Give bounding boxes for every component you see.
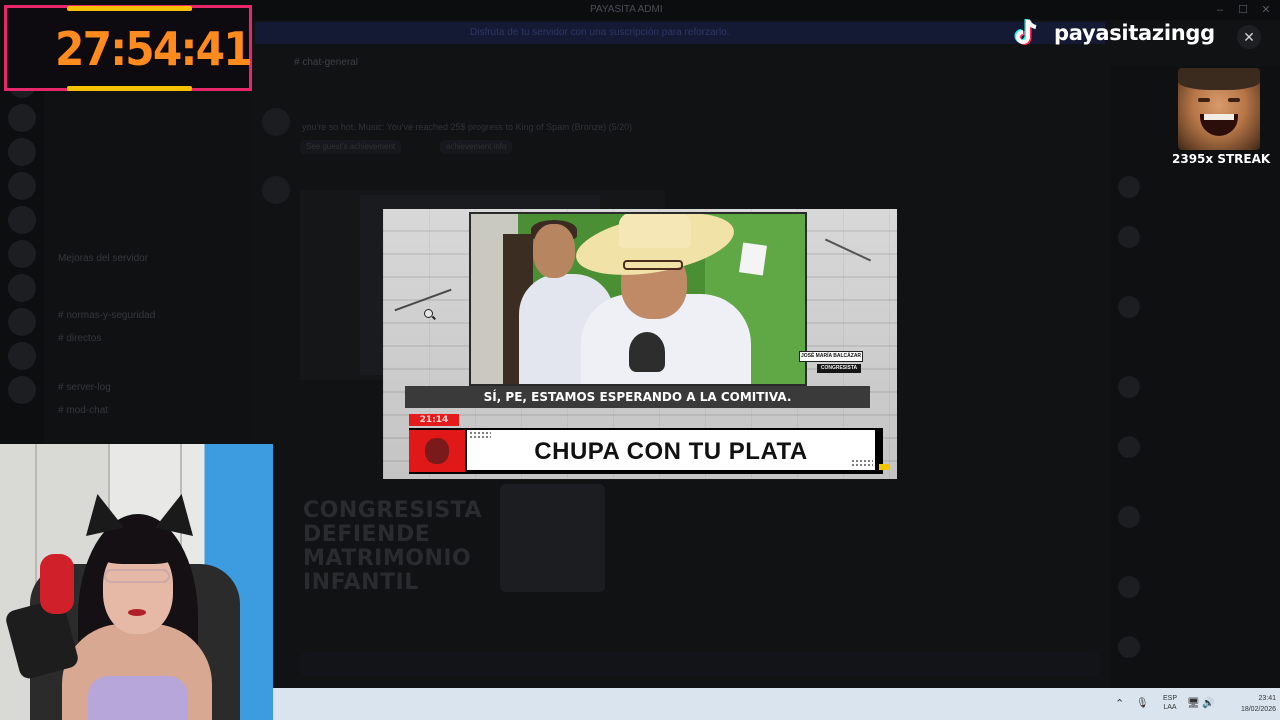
system-clock[interactable]: 23:41 18/02/2026 — [1216, 693, 1276, 715]
channel-header: chat-general — [260, 52, 1110, 74]
thumbnail-headline-line: DEFIENDE — [303, 522, 431, 547]
input-language-line2: LAA — [1163, 704, 1177, 711]
speaker-name-tag: JOSÉ MARÍA BALCÁZAR — [799, 351, 863, 362]
zoom-cursor-icon — [424, 309, 433, 318]
server-icon[interactable] — [8, 274, 36, 302]
microphone-icon[interactable]: 🎙 — [1136, 688, 1149, 720]
tray-chevron-icon[interactable]: ⌃ — [1115, 688, 1124, 720]
input-language[interactable]: ESP LAA — [1158, 694, 1182, 712]
news-video-player[interactable]: JOSÉ MARÍA BALCÁZAR CONGRESISTA SÍ, PE, … — [383, 209, 897, 479]
thumbnail-headline-line: MATRIMONIO — [303, 546, 472, 571]
channel-server-log[interactable]: server-log — [58, 382, 110, 393]
server-icon[interactable] — [8, 104, 36, 132]
avatar — [1118, 576, 1140, 598]
channel-logo-box — [409, 430, 465, 472]
thumbnail-face — [500, 484, 605, 592]
streamer-top — [88, 676, 188, 720]
channel-directos[interactable]: directos — [58, 333, 101, 344]
avatar — [1118, 376, 1140, 398]
channel-header-name: chat-general — [294, 57, 358, 68]
streak-meme-face — [1178, 68, 1260, 150]
avatar — [1118, 636, 1140, 658]
wall-crack — [824, 238, 872, 262]
speaker-role-tag: CONGRESISTA — [817, 364, 861, 373]
channel-logo-icon — [425, 438, 449, 464]
streak-label: 2395x STREAK — [1172, 152, 1271, 166]
avatar — [1118, 436, 1140, 458]
interviewee-glasses — [623, 260, 683, 270]
channel-mejoras[interactable]: Mejoras del servidor — [58, 253, 148, 264]
video-interview-frame — [469, 212, 807, 386]
meme-face-eye — [1198, 98, 1210, 102]
server-icon[interactable] — [8, 376, 36, 404]
meme-face-teeth — [1204, 114, 1234, 120]
window-title: PAYASITA ADMI — [590, 4, 663, 15]
stream-timer: 27:54:41 — [4, 5, 253, 91]
lower-third: CHUPA CON TU PLATA — [409, 428, 889, 474]
server-icon[interactable] — [8, 138, 36, 166]
overlay-close-button[interactable]: ✕ — [1237, 25, 1261, 49]
scene-paper — [739, 242, 767, 276]
avatar — [1118, 226, 1140, 248]
tiktok-handle: payasitazingg — [1054, 21, 1215, 45]
streamer-bangs — [98, 532, 178, 564]
avatar — [1118, 176, 1140, 198]
wall-crack — [394, 288, 452, 312]
server-icon[interactable] — [8, 342, 36, 370]
server-icon[interactable] — [8, 308, 36, 336]
message-text: you're so hot. Music: You've reached 25$… — [302, 122, 633, 132]
speaker-icon[interactable]: 🔊 — [1202, 688, 1214, 720]
streamer-lips — [128, 609, 146, 616]
clock-time: 23:41 — [1258, 695, 1276, 702]
red-microphone — [40, 554, 74, 614]
timer-accent-bar — [67, 86, 192, 91]
broadcast-time: 21:14 — [409, 414, 459, 426]
meme-face-hair — [1178, 68, 1260, 90]
achievement-chip[interactable]: See guest's achievement — [300, 140, 402, 154]
monitor-icon[interactable]: 🖥 — [1187, 688, 1200, 720]
video-headline: CHUPA CON TU PLATA — [534, 438, 808, 465]
meme-face-eye — [1228, 98, 1240, 102]
video-subtitle: SÍ, PE, ESTAMOS ESPERANDO A LA COMITIVA. — [405, 386, 870, 408]
message-avatar[interactable] — [262, 176, 290, 204]
boost-banner[interactable]: Disfruta de tu servidor con una suscripc… — [255, 22, 1105, 44]
input-language-line1: ESP — [1162, 695, 1177, 702]
avatar — [1118, 296, 1140, 318]
server-icon[interactable] — [8, 240, 36, 268]
achievement-info-chip[interactable]: achievement info — [440, 140, 513, 154]
clock-date: 18/02/2026 — [1240, 706, 1276, 713]
avatar — [1118, 506, 1140, 528]
message-thumbnail[interactable]: CONGRESISTA DEFIENDE MATRIMONIO INFANTIL — [300, 480, 610, 595]
channel-mod-chat[interactable]: mod-chat — [58, 405, 108, 416]
server-icon[interactable] — [8, 206, 36, 234]
channel-normas[interactable]: normas-y-seguridad — [58, 310, 155, 321]
microphone — [629, 332, 665, 372]
server-icon[interactable] — [8, 172, 36, 200]
interviewee-hat-crown — [619, 214, 691, 248]
headline-accent — [879, 464, 889, 470]
webcam-feed — [0, 444, 273, 720]
thumbnail-headline-line: CONGRESISTA — [303, 498, 482, 523]
windows-taskbar: ⌃ ESP LAA 🎙 🖥 🔊 23:41 18/02/2026 — [273, 688, 1280, 720]
streamer-glasses — [104, 569, 170, 583]
background-person-head — [533, 224, 575, 278]
timer-accent-bar — [67, 6, 192, 11]
boost-banner-text: Disfruta de tu servidor con una suscripc… — [470, 27, 730, 38]
message-input[interactable] — [300, 652, 1100, 676]
message-avatar[interactable] — [262, 108, 290, 136]
tiktok-logo-icon — [1014, 19, 1037, 45]
timer-value: 27:54:41 — [55, 22, 253, 76]
thumbnail-headline-line: INFANTIL — [303, 570, 419, 595]
